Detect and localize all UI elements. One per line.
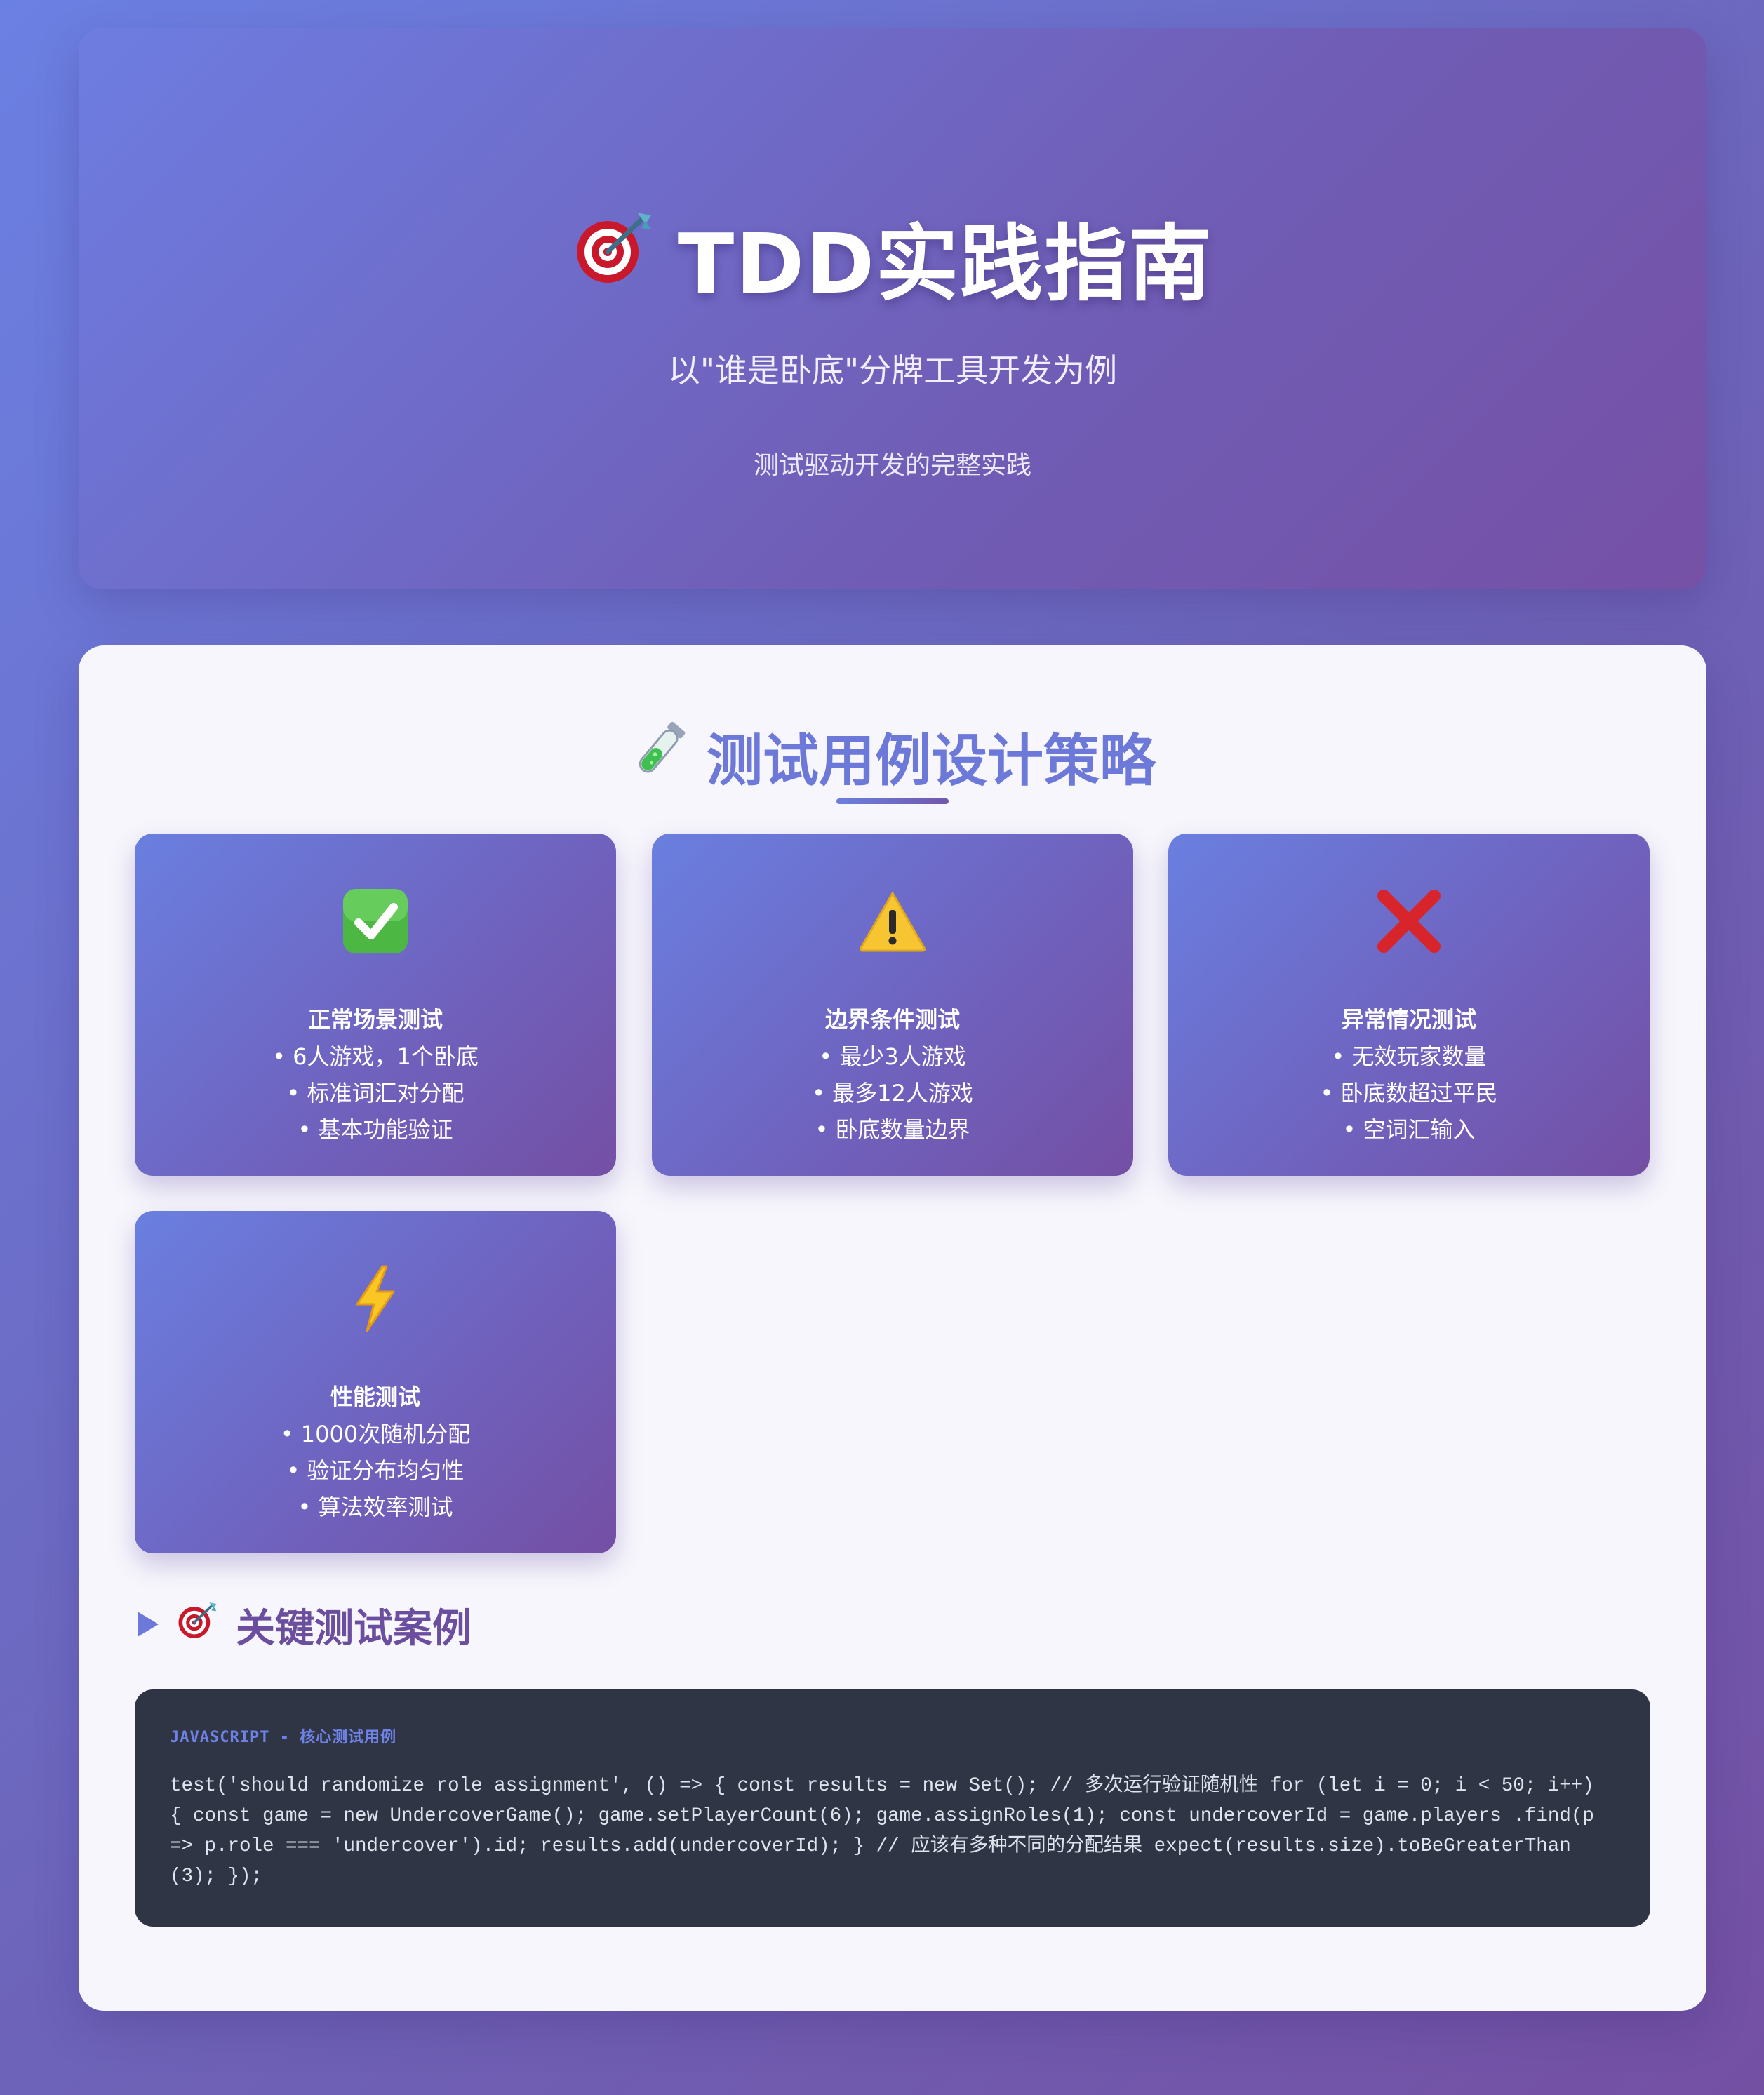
check-mark-icon — [135, 883, 616, 960]
code-content: test('should randomize role assignment',… — [170, 1775, 1594, 1887]
title-underline — [836, 798, 949, 804]
card-item: • 基本功能验证 — [298, 1116, 453, 1143]
card-item-list: • 6人游戏，1个卧底 • 标准词汇对分配 • 基本功能验证 — [135, 1038, 616, 1148]
card-item: • 最少3人游戏 — [819, 1043, 966, 1070]
card-item: • 空词汇输入 — [1342, 1116, 1476, 1143]
card-item: • 无效玩家数量 — [1331, 1043, 1487, 1070]
card-item: • 6人游戏，1个卧底 — [272, 1043, 479, 1070]
card-title: 性能测试 — [330, 1384, 420, 1410]
card-item: • 标准词汇对分配 — [286, 1080, 465, 1106]
warning-icon — [652, 883, 1133, 960]
strategy-card-normal: 正常场景测试 • 6人游戏，1个卧底 • 标准词汇对分配 • 基本功能验证 — [135, 834, 616, 1176]
key-cases-toggle[interactable]: 关键测试案例 — [136, 1597, 472, 1653]
section-title-text: 测试用例设计策略 — [707, 728, 1156, 794]
card-item: • 卧底数超过平民 — [1320, 1080, 1498, 1106]
card-item: • 1000次随机分配 — [280, 1421, 471, 1447]
card-title: 异常情况测试 — [1341, 1006, 1476, 1033]
card-title: 正常场景测试 — [307, 1006, 443, 1033]
code-language-label: JAVASCRIPT - 核心测试用例 — [170, 1729, 397, 1746]
card-title: 边界条件测试 — [824, 1006, 960, 1033]
key-cases-title: 关键测试案例 — [236, 1605, 472, 1652]
card-item: • 卧底数量边界 — [815, 1116, 970, 1143]
code-block: JAVASCRIPT - 核心测试用例 test('should randomi… — [135, 1689, 1650, 1927]
card-item: • 最多12人游戏 — [812, 1080, 973, 1106]
card-item-list: • 最少3人游戏 • 最多12人游戏 • 卧底数量边界 — [652, 1038, 1133, 1148]
dart-target-icon — [573, 208, 657, 305]
strategy-card-performance: 性能测试 • 1000次随机分配 • 验证分布均匀性 • 算法效率测试 — [135, 1211, 616, 1553]
lightning-icon — [135, 1260, 616, 1337]
triangle-right-icon — [136, 1602, 160, 1648]
cross-mark-icon — [1168, 883, 1650, 960]
card-item-list: • 无效玩家数量 • 卧底数超过平民 • 空词汇输入 — [1168, 1038, 1650, 1148]
dart-target-icon — [175, 1600, 220, 1649]
strategy-card-boundary: 边界条件测试 • 最少3人游戏 • 最多12人游戏 • 卧底数量边界 — [652, 834, 1133, 1176]
card-item-list: • 1000次随机分配 • 验证分布均匀性 • 算法效率测试 — [135, 1416, 616, 1525]
hero-subtitle: 以"谁是卧底"分牌工具开发为例 — [667, 352, 1118, 389]
hero-banner: TDD实践指南 以"谁是卧底"分牌工具开发为例 测试驱动开发的完整实践 — [79, 28, 1706, 589]
test-tube-icon — [629, 718, 690, 795]
card-item: • 验证分布均匀性 — [286, 1457, 465, 1484]
strategy-card-exception: 异常情况测试 • 无效玩家数量 • 卧底数超过平民 • 空词汇输入 — [1168, 834, 1650, 1176]
page-title: TDD实践指南 — [79, 196, 1706, 316]
section-title: 测试用例设计策略 — [79, 716, 1706, 797]
content-panel: 测试用例设计策略 正常场景测试 • 6人游戏，1个卧底 • 标准词汇对分配 • … — [79, 645, 1706, 2011]
card-item: • 算法效率测试 — [298, 1494, 453, 1520]
hero-description: 测试驱动开发的完整实践 — [753, 451, 1031, 480]
hero-title-text: TDD实践指南 — [677, 215, 1213, 312]
